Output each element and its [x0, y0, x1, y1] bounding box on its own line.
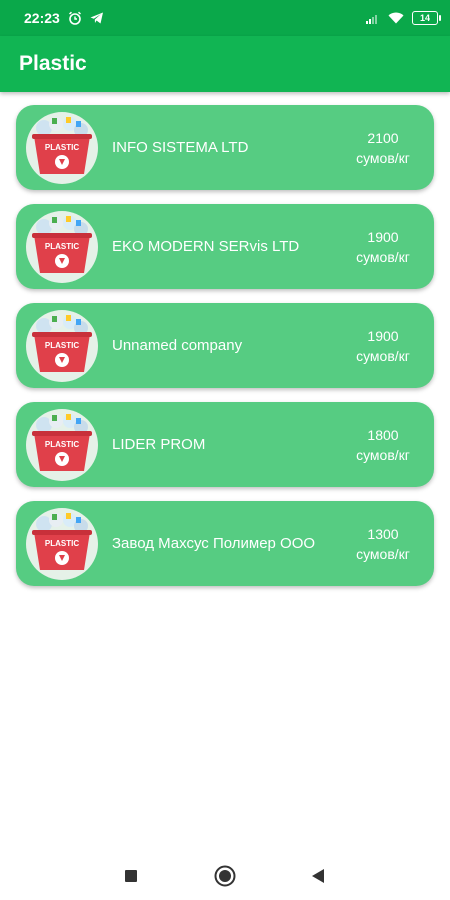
company-card[interactable]: PLASTIC Unnamed company 1900 сумов/кг	[16, 303, 434, 388]
company-card[interactable]: PLASTIC EKO MODERN SERvis LTD 1900 сумов…	[16, 204, 434, 289]
company-name: Завод Махсус Полимер ООО	[112, 535, 316, 552]
price-value: 1800	[367, 426, 399, 443]
price: 1800 сумов/кг	[338, 425, 428, 465]
price: 1900 сумов/кг	[338, 227, 428, 267]
price-value: 2100	[367, 129, 399, 146]
company-card[interactable]: PLASTIC Завод Махсус Полимер ООО 1300 су…	[16, 501, 434, 586]
company-name: LIDER PROM	[112, 436, 206, 453]
logo-text: PLASTIC	[44, 340, 80, 350]
signal-icon	[366, 12, 380, 24]
wifi-icon	[388, 12, 404, 24]
logo-text: PLASTIC	[44, 241, 80, 251]
battery-icon: 14	[412, 11, 441, 25]
page-title: Plastic	[19, 52, 87, 75]
price-unit: сумов/кг	[356, 248, 410, 265]
company-name: Unnamed company	[112, 337, 243, 354]
company-card[interactable]: PLASTIC LIDER PROM 1800 сумов/кг	[16, 402, 434, 487]
home-circle-icon[interactable]	[205, 856, 245, 896]
company-name: INFO SISTEMA LTD	[112, 139, 249, 156]
price-unit: сумов/кг	[356, 347, 410, 364]
price-unit: сумов/кг	[356, 149, 410, 166]
navigation-bar	[0, 852, 450, 900]
plastic-bucket-icon: PLASTIC	[26, 408, 98, 481]
company-card[interactable]: PLASTIC INFO SISTEMA LTD 2100 сумов/кг	[16, 105, 434, 190]
price-value: 1900	[367, 327, 399, 344]
logo-text: PLASTIC	[44, 538, 80, 548]
back-triangle-icon[interactable]	[298, 856, 338, 896]
price-unit: сумов/кг	[356, 446, 410, 463]
price: 1300 сумов/кг	[338, 524, 428, 564]
telegram-icon	[90, 12, 104, 24]
price-value: 1300	[367, 525, 399, 542]
plastic-bucket-icon: PLASTIC	[26, 111, 98, 184]
logo-text: PLASTIC	[44, 439, 80, 449]
recents-square-icon[interactable]	[111, 856, 151, 896]
logo-text: PLASTIC	[44, 142, 80, 152]
price: 1900 сумов/кг	[338, 326, 428, 366]
status-time: 22:23	[24, 10, 60, 26]
price-value: 1900	[367, 228, 399, 245]
app-bar: Plastic	[0, 36, 450, 92]
plastic-bucket-icon: PLASTIC	[26, 210, 98, 283]
status-bar: 22:23 14	[0, 0, 450, 36]
alarm-icon	[68, 11, 82, 25]
plastic-bucket-icon: PLASTIC	[26, 309, 98, 382]
company-name: EKO MODERN SERvis LTD	[112, 238, 300, 255]
price-unit: сумов/кг	[356, 545, 410, 562]
price: 2100 сумов/кг	[338, 128, 428, 168]
plastic-bucket-icon: PLASTIC	[26, 507, 98, 580]
